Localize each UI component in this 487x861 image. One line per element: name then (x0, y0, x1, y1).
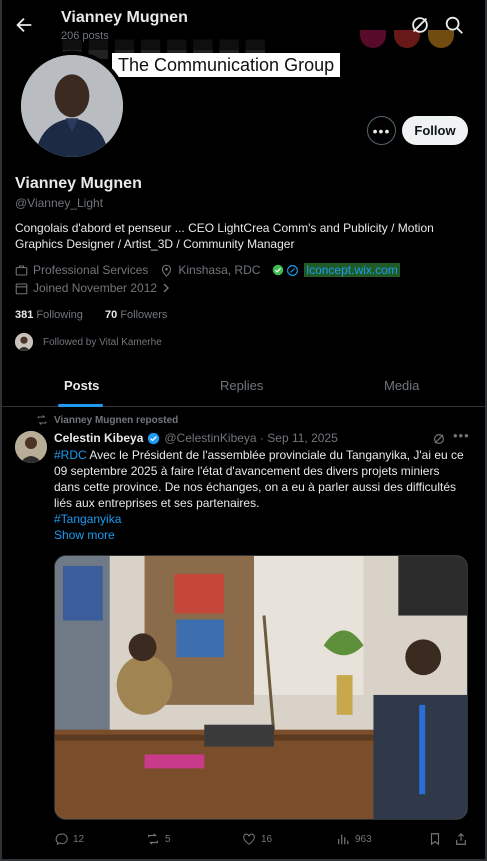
post-header: Celestin Kibeya @CelestinKibeya · Sep 11… (54, 431, 338, 445)
repost-icon (37, 415, 47, 425)
profile-tabs: Posts Replies Media (0, 365, 487, 407)
repost-count: 5 (165, 833, 171, 845)
grok-icon[interactable] (432, 432, 446, 446)
profile-handle: @Vianney_Light (15, 196, 104, 210)
profile-website-link[interactable]: lconcept.wix.com (304, 263, 400, 277)
reply-icon (55, 833, 68, 846)
repost-label: Vianney Mugnen reposted (54, 414, 179, 426)
search-icon[interactable] (443, 14, 465, 36)
share-button[interactable] (454, 832, 473, 846)
chevron-right-icon[interactable] (161, 283, 171, 293)
more-options-button[interactable]: ••• (367, 116, 396, 145)
post-author-name[interactable]: Celestin Kibeya (54, 431, 143, 445)
views-count: 963 (355, 833, 372, 845)
location-pin-icon (162, 264, 172, 277)
bookmark-icon (430, 833, 440, 846)
followed-by-text: Followed by Vital Kamerhe (43, 336, 162, 348)
views-bar-chart-icon (338, 834, 349, 845)
profile-bio: Congolais d'abord et penseur ... CEO Lig… (15, 221, 434, 251)
follow-counts: 381 Following 70 Followers (15, 309, 167, 321)
top-bar: Vianney Mugnen 206 posts (0, 0, 487, 50)
verified-badge-icon (148, 432, 160, 444)
share-icon (456, 832, 466, 845)
active-tab-indicator (58, 404, 103, 407)
profile-location: Kinshasa, RDC (178, 263, 261, 277)
tab-posts[interactable]: Posts (64, 378, 99, 393)
hashtag-rdc[interactable]: #RDC (54, 448, 87, 462)
post-text: #RDC Avec le Président de l'assemblée pr… (54, 447, 464, 543)
post-author-avatar[interactable] (15, 431, 47, 463)
profile-meta-row: Professional Services Kinshasa, RDC lcon… (15, 263, 400, 277)
followers-count: 70 (105, 309, 118, 321)
post-more-options[interactable]: ••• (453, 428, 470, 443)
like-button[interactable]: 16 (242, 832, 272, 846)
verified-check-icon (273, 264, 284, 276)
followers-link[interactable]: 70 Followers (105, 309, 167, 321)
follow-button[interactable]: Follow (402, 116, 468, 145)
followed-by-row[interactable]: Followed by Vital Kamerhe (15, 333, 162, 351)
post-handle-date[interactable]: @CelestinKibeya · Sep 11, 2025 (164, 431, 337, 445)
profile-avatar[interactable] (17, 51, 127, 161)
like-count: 16 (261, 833, 273, 845)
show-more-link[interactable]: Show more (54, 528, 115, 542)
profile-category: Professional Services (33, 263, 149, 277)
views-button[interactable]: 963 (336, 832, 372, 846)
tab-media[interactable]: Media (384, 378, 419, 393)
follower-avatar (15, 333, 33, 351)
post-image[interactable] (54, 555, 468, 820)
bookmark-button[interactable] (428, 832, 447, 846)
profile-name: Vianney Mugnen (15, 175, 142, 192)
heart-icon (243, 833, 255, 845)
post-body: Avec le Président de l'assemblée provinc… (54, 448, 464, 510)
followers-label: Followers (120, 309, 168, 321)
reply-button[interactable]: 12 (54, 832, 84, 846)
following-label: Following (36, 309, 83, 321)
following-count: 381 (15, 309, 34, 321)
hashtag-tanganyika[interactable]: #Tanganyika (54, 512, 121, 526)
banner-label: The Communication Group (112, 53, 341, 77)
tab-replies[interactable]: Replies (220, 378, 263, 393)
back-arrow-icon[interactable] (13, 14, 35, 36)
briefcase-icon (15, 265, 28, 275)
link-icon (287, 264, 299, 276)
repost-indicator: Vianney Mugnen reposted (36, 414, 178, 426)
grok-icon[interactable] (409, 14, 431, 36)
following-link[interactable]: 381 Following (15, 309, 83, 321)
profile-joined-row: Joined November 2012 (15, 281, 171, 295)
post-actions: 12 5 16 963 (0, 830, 487, 850)
header-name: Vianney Mugnen (61, 9, 188, 26)
calendar-icon (15, 283, 28, 294)
repost-icon (148, 833, 158, 845)
repost-button[interactable]: 5 (146, 832, 171, 846)
profile-joined: Joined November 2012 (33, 281, 158, 295)
reply-count: 12 (73, 833, 85, 845)
header-posts-count: 206 posts (61, 30, 109, 42)
